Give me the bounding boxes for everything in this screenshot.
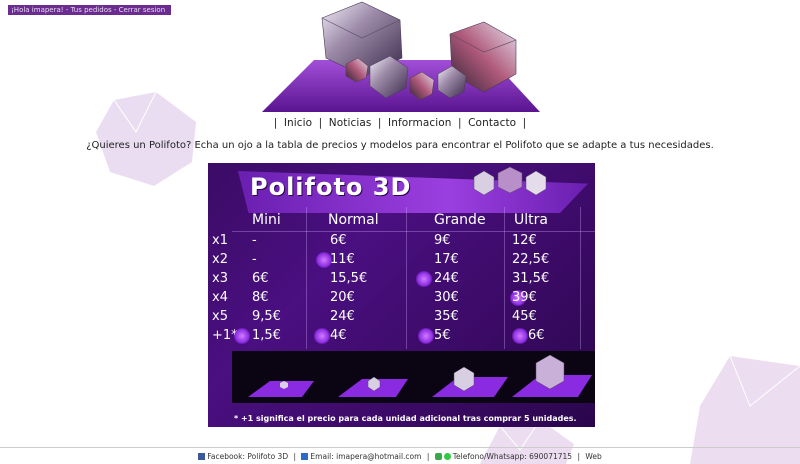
price-cell: 6€ xyxy=(528,328,545,343)
row-label: x5 xyxy=(212,309,228,324)
site-logo[interactable] xyxy=(262,0,540,112)
grid-line xyxy=(580,207,581,349)
price-table: Polifoto 3D Mini Normal Grande Ultra x1 … xyxy=(208,163,595,427)
price-cell: 39€ xyxy=(512,290,537,305)
main-nav: | Inicio | Noticias | Informacion | Cont… xyxy=(0,117,800,129)
intro-text: ¿Quieres un Polifoto? Echa un ojo a la t… xyxy=(86,140,714,151)
row-label: x4 xyxy=(212,290,228,305)
price-cell: 17€ xyxy=(434,252,459,267)
nav-separator: | xyxy=(377,117,382,129)
price-cell: 9€ xyxy=(434,233,451,248)
grid-line xyxy=(504,207,505,349)
price-cell: 15,5€ xyxy=(330,271,368,286)
price-cell: 9,5€ xyxy=(252,309,281,324)
grid-line xyxy=(306,207,307,349)
price-cell: 20€ xyxy=(330,290,355,305)
column-header-normal: Normal xyxy=(328,212,379,228)
price-footnote: * +1 significa el precio para cada unida… xyxy=(234,414,577,423)
footer-divider xyxy=(0,447,800,448)
nav-separator: | xyxy=(273,117,278,129)
discount-badge xyxy=(512,328,528,344)
user-bar: ¡Hola imapera! - Tus pedidos - Cerrar se… xyxy=(8,5,171,15)
price-cell: 31,5€ xyxy=(512,271,550,286)
discount-badge xyxy=(314,328,330,344)
discount-badge xyxy=(234,328,250,344)
price-cell: 4€ xyxy=(330,328,347,343)
nav-separator: | xyxy=(318,117,323,129)
column-header-mini: Mini xyxy=(252,212,281,228)
nav-separator: | xyxy=(522,117,527,129)
footer: Facebook: Polifoto 3D | Email: imapera@h… xyxy=(0,452,800,461)
price-table-title: Polifoto 3D xyxy=(250,173,412,201)
title-gems-image xyxy=(473,166,547,196)
price-cell: - xyxy=(252,252,257,267)
price-cell: 35€ xyxy=(434,309,459,324)
email-icon xyxy=(301,453,309,460)
row-label: x2 xyxy=(212,252,228,267)
footer-separator: | xyxy=(577,452,580,461)
price-cell: 12€ xyxy=(512,233,537,248)
phone-icon xyxy=(434,453,442,460)
user-bar-separator: - xyxy=(65,6,69,14)
row-label: x3 xyxy=(212,271,228,286)
nav-item-noticias[interactable]: Noticias xyxy=(329,117,372,129)
discount-badge xyxy=(416,271,432,287)
column-header-grande: Grande xyxy=(434,212,486,228)
footer-separator: | xyxy=(426,452,430,461)
facebook-link[interactable]: Facebook: Polifoto 3D xyxy=(207,452,288,461)
greeting-link[interactable]: ¡Hola imapera! xyxy=(11,6,64,14)
row-label: x1 xyxy=(212,233,228,248)
price-cell: 24€ xyxy=(434,271,459,286)
footer-separator: | xyxy=(293,452,297,461)
phone-link[interactable]: Telefono/Whatsapp: 690071715 xyxy=(453,452,572,461)
price-cell: 6€ xyxy=(252,271,269,286)
grid-line xyxy=(232,231,595,232)
price-cell: 11€ xyxy=(330,252,355,267)
size-comparison-image xyxy=(232,351,595,403)
price-cell: 22,5€ xyxy=(512,252,550,267)
price-cell: 6€ xyxy=(330,233,347,248)
price-cell: 30€ xyxy=(434,290,459,305)
nav-item-contacto[interactable]: Contacto xyxy=(468,117,516,129)
price-cell: 8€ xyxy=(252,290,269,305)
price-cell: 5€ xyxy=(434,328,451,343)
orders-link[interactable]: Tus pedidos xyxy=(71,6,112,14)
column-header-ultra: Ultra xyxy=(514,212,548,228)
nav-separator: | xyxy=(458,117,462,129)
price-cell: 1,5€ xyxy=(252,328,281,343)
facebook-icon xyxy=(198,453,206,460)
user-bar-separator: - xyxy=(113,6,117,14)
grid-line xyxy=(406,207,407,349)
email-link[interactable]: Email: imapera@hotmail.com xyxy=(310,452,421,461)
price-cell: 24€ xyxy=(330,309,355,324)
price-cell: 45€ xyxy=(512,309,537,324)
whatsapp-icon xyxy=(443,453,451,460)
logout-link[interactable]: Cerrar sesion xyxy=(119,6,165,14)
web-link[interactable]: Web xyxy=(585,452,601,461)
discount-badge xyxy=(418,328,434,344)
nav-item-informacion[interactable]: Informacion xyxy=(388,117,452,129)
nav-item-inicio[interactable]: Inicio xyxy=(284,117,312,129)
price-cell: - xyxy=(252,233,257,248)
